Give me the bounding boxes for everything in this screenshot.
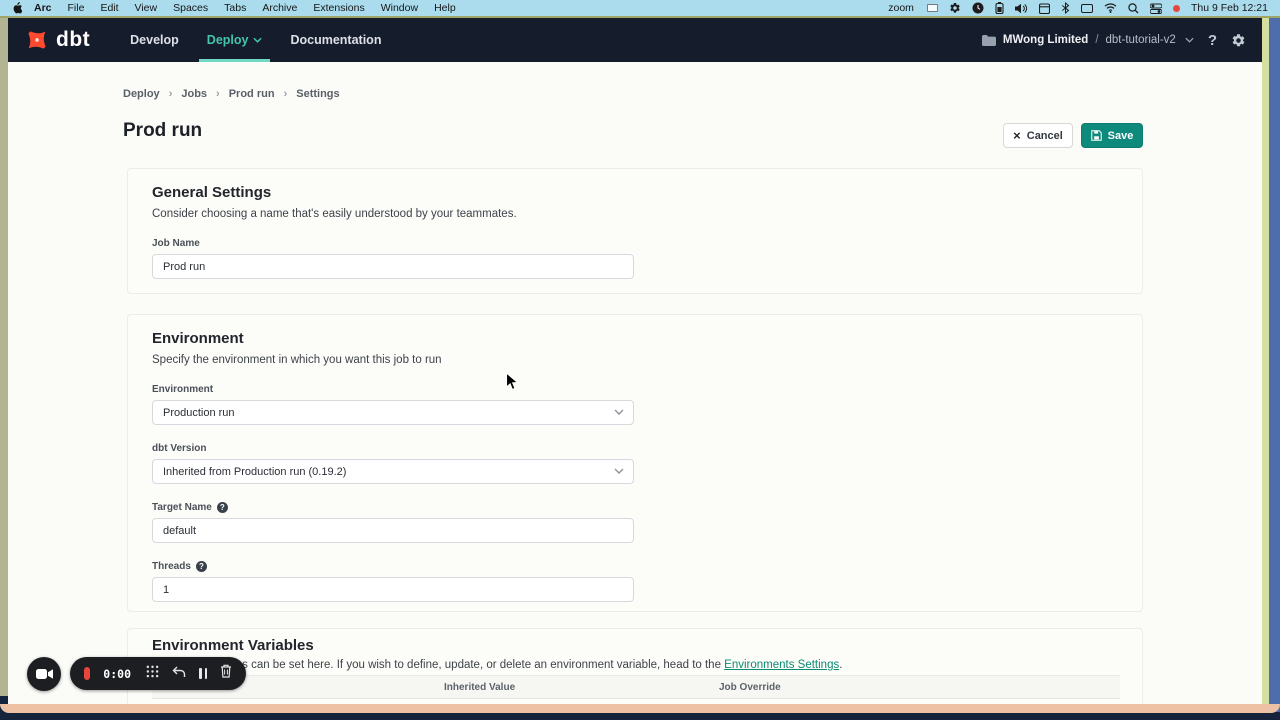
breadcrumb-separator: › [169,88,173,100]
breadcrumb: Deploy › Jobs › Prod run › Settings [123,88,340,100]
dbt-version-label: dbt Version [152,443,1118,454]
chevron-down-icon [253,37,262,43]
close-icon: × [1013,129,1021,142]
menubar-item-help[interactable]: Help [426,2,464,14]
general-settings-description: Consider choosing a name that's easily u… [152,208,1118,220]
chevron-down-icon [614,409,624,415]
input-source-icon[interactable] [1081,4,1093,13]
environments-settings-link[interactable]: Environments Settings [724,659,839,671]
recording-toolbar: 0:00 [70,657,246,690]
macos-menubar: Arc File Edit View Spaces Tabs Archive E… [0,0,1280,16]
menubar-item-view[interactable]: View [127,2,166,14]
job-name-label: Job Name [152,238,1118,249]
environment-heading: Environment [152,330,1118,347]
dbt-version-select[interactable]: Inherited from Production run (0.19.2) [152,459,634,484]
pause-recording-button[interactable] [199,668,207,679]
camera-toggle-button[interactable] [27,657,61,691]
help-button[interactable]: ? [1208,32,1217,49]
account-name: MWong Limited [1003,34,1088,46]
recording-timer: 0:00 [103,667,131,681]
video-camera-icon [36,668,53,680]
calendar-icon[interactable] [1039,3,1050,14]
cancel-button[interactable]: × Cancel [1003,123,1073,148]
threads-input[interactable] [152,577,634,602]
window-edge-left [0,0,8,696]
menubar-item-edit[interactable]: Edit [92,2,126,14]
menubar-item-spaces[interactable]: Spaces [165,2,216,14]
desktop-background-strip [0,713,1280,720]
nav-item-documentation[interactable]: Documentation [276,18,395,62]
search-icon[interactable] [1128,3,1139,14]
environment-select[interactable]: Production run [152,400,634,425]
restart-recording-icon[interactable] [172,665,186,683]
account-project-separator: / [1095,34,1098,46]
target-name-help-icon[interactable]: ? [217,502,228,513]
project-name: dbt-tutorial-v2 [1106,34,1176,46]
mouse-cursor [505,372,519,397]
bluetooth-icon[interactable] [1061,2,1070,14]
window-edge-right-outer [1269,16,1280,712]
environment-variables-card: Environment Variables Job level override… [127,628,1143,704]
job-name-input[interactable] [152,254,634,279]
wifi-icon[interactable] [1104,3,1117,13]
window-edge-right-inner [1262,16,1269,712]
target-name-input[interactable] [152,518,634,543]
menubar-item-archive[interactable]: Archive [254,2,305,14]
chevron-down-icon [1185,37,1194,43]
battery-icon[interactable] [995,2,1004,14]
recording-indicator-dot[interactable] [1173,5,1180,12]
save-button[interactable]: Save [1081,123,1143,148]
menubar-item-extensions[interactable]: Extensions [305,2,372,14]
page-title: Prod run [123,120,202,142]
dbt-logo[interactable]: dbt [24,27,90,53]
settings-gear-button[interactable] [1231,33,1246,48]
threads-help-icon[interactable]: ? [196,561,207,572]
window-edge-bottom [0,704,1280,713]
dbt-navbar: dbt Develop Deploy Documentation MWong L… [8,18,1262,62]
target-name-label: Target Name [152,502,212,513]
environment-label: Environment [152,384,1118,395]
menubar-item-window[interactable]: Window [373,2,426,14]
environment-card: Environment Specify the environment in w… [127,314,1143,612]
environment-variables-heading: Environment Variables [152,637,314,654]
breadcrumb-settings[interactable]: Settings [296,88,339,100]
menubar-item-tabs[interactable]: Tabs [216,2,254,14]
save-icon [1091,130,1102,141]
stop-recording-button[interactable] [84,667,90,680]
menubar-item-arc[interactable]: Arc [26,2,60,14]
nav-item-develop[interactable]: Develop [116,18,193,62]
menubar-clock[interactable]: Thu 9 Feb 12:21 [1191,2,1268,14]
general-settings-card: General Settings Consider choosing a nam… [127,168,1143,294]
clock-icon[interactable] [972,2,984,14]
job-override-column-header: Job Override [719,682,1120,693]
threads-label: Threads [152,561,191,572]
chevron-down-icon [614,468,624,474]
gear-icon[interactable] [949,2,961,14]
nav-item-deploy[interactable]: Deploy [193,18,277,62]
main-content: Deploy › Jobs › Prod run › Settings Prod… [8,62,1262,704]
environment-description: Specify the environment in which you wan… [152,354,1118,366]
drag-handle-icon[interactable] [146,665,159,683]
zoom-menu-label[interactable]: zoom [888,2,914,14]
account-project-switcher[interactable]: MWong Limited / dbt-tutorial-v2 [982,34,1194,46]
screen-share-icon[interactable] [927,4,938,12]
environment-variables-description: Job level overrides can be set here. If … [152,659,842,671]
breadcrumb-separator: › [284,88,288,100]
dbt-logo-icon [24,27,50,53]
apple-icon[interactable] [12,2,22,14]
folder-icon [982,35,996,46]
delete-recording-icon[interactable] [220,664,232,683]
breadcrumb-deploy[interactable]: Deploy [123,88,160,100]
menubar-item-file[interactable]: File [60,2,93,14]
breadcrumb-prod-run[interactable]: Prod run [229,88,275,100]
dbt-brand-name: dbt [56,28,90,52]
control-center-icon[interactable] [1150,3,1162,14]
env-vars-table-header: Inherited Value Job Override [152,675,1120,699]
breadcrumb-jobs[interactable]: Jobs [181,88,207,100]
volume-icon[interactable] [1015,3,1028,14]
inherited-value-column-header: Inherited Value [444,682,719,693]
breadcrumb-separator: › [216,88,220,100]
general-settings-heading: General Settings [152,184,1118,201]
